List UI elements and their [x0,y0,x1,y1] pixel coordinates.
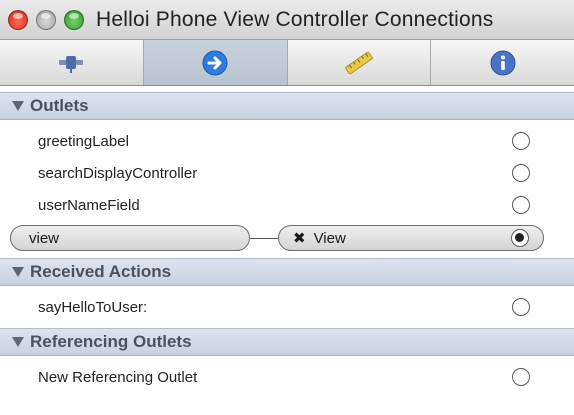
info-icon [490,50,516,75]
outlet-row: searchDisplayController [0,160,574,186]
ruler-icon [345,51,373,74]
window-controls [8,9,84,30]
section-header-received-actions[interactable]: Received Actions [0,258,574,286]
outlet-name: view [29,229,60,247]
outlet-name: userNameField [38,196,140,214]
connection-radio[interactable] [512,368,530,386]
tab-identity[interactable] [431,40,574,85]
connection-radio[interactable] [512,298,530,316]
tab-attributes[interactable] [0,40,144,85]
inspector-toolbar [0,40,574,86]
action-name: sayHelloToUser: [38,298,148,316]
connection-radio-filled[interactable] [511,229,529,247]
tab-size[interactable] [288,40,432,85]
connection-target-pill[interactable]: ✖ View [278,225,544,251]
connection-line [250,238,280,239]
outlet-name: searchDisplayController [38,164,198,182]
referencing-outlet-name: New Referencing Outlet [38,368,198,386]
section-title: Referencing Outlets [30,332,192,351]
section-header-outlets[interactable]: Outlets [0,92,574,120]
connection-radio[interactable] [512,132,530,150]
tab-connections[interactable] [143,40,288,85]
section-title: Received Actions [30,262,172,281]
outlet-row: userNameField [0,192,574,218]
close-button[interactable] [8,9,28,30]
section-header-referencing-outlets[interactable]: Referencing Outlets [0,328,574,356]
outlet-row: greetingLabel [0,128,574,154]
action-row: sayHelloToUser: [0,294,574,320]
disclosure-triangle-icon[interactable] [12,101,24,111]
connected-outlet-pill[interactable]: view [10,225,250,251]
section-title: Outlets [30,96,89,115]
minimize-button[interactable] [36,9,56,30]
zoom-button[interactable] [64,9,84,30]
disclosure-triangle-icon[interactable] [12,337,24,347]
attributes-icon [59,55,84,73]
title-bar: Helloi Phone View Controller Connections [0,0,574,40]
connection-radio[interactable] [512,164,530,182]
outlet-name: greetingLabel [38,132,129,150]
disclosure-triangle-icon[interactable] [12,267,24,277]
connection-radio[interactable] [512,196,530,214]
window-title: Helloi Phone View Controller Connections [96,7,494,31]
connection-target-name: View [313,229,346,247]
connections-arrow-icon [202,50,228,75]
disconnect-icon[interactable]: ✖ [293,229,306,247]
referencing-outlet-row: New Referencing Outlet [0,364,574,390]
